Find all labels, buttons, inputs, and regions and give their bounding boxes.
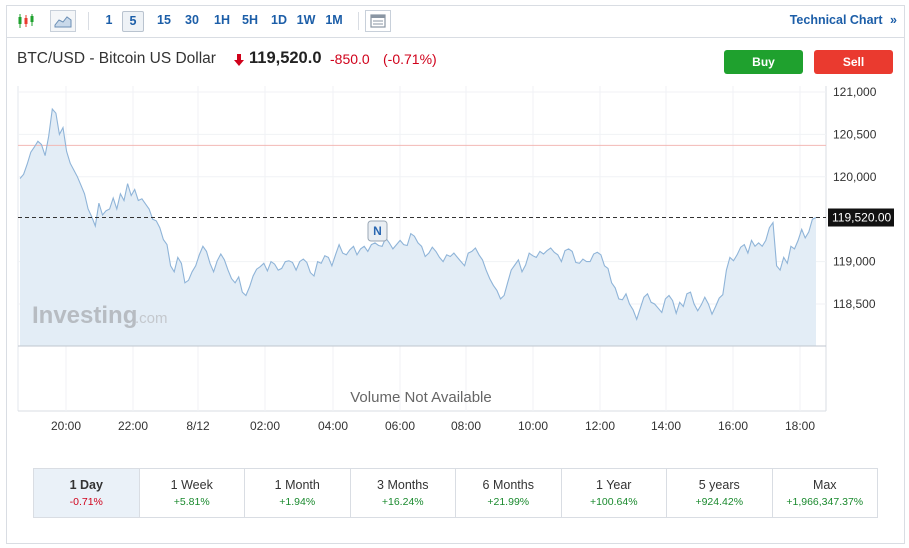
period-1-month[interactable]: 1 Month +1.94%: [245, 469, 351, 517]
period-change: +1,966,347.37%: [786, 496, 864, 508]
period-label: 1 Day: [69, 478, 103, 492]
x-tick-label: 8/12: [186, 419, 210, 433]
investing-watermark: Investing: [32, 302, 137, 329]
period-1-week[interactable]: 1 Week +5.81%: [140, 469, 245, 517]
performance-periods: 1 Day -0.71% 1 Week +5.81% 1 Month +1.94% 3 Mo…: [33, 468, 878, 518]
y-tick-label: 120,500: [833, 127, 877, 141]
period-change: +5.81%: [173, 496, 210, 508]
period-label: 1 Week: [170, 478, 213, 492]
period-change: +924.42%: [695, 496, 744, 508]
period-1-day[interactable]: 1 Day -0.71%: [34, 469, 140, 517]
x-tick-label: 08:00: [451, 419, 481, 433]
x-tick-label: 22:00: [118, 419, 148, 433]
period-label: 6 Months: [482, 478, 534, 492]
news-marker-label: N: [373, 224, 382, 238]
period-label: 1 Month: [274, 478, 320, 492]
period-label: 1 Year: [596, 478, 632, 492]
period-change: +16.24%: [381, 496, 424, 508]
volume-unavailable-text: Volume Not Available: [350, 389, 491, 406]
period-label: Max: [812, 478, 837, 492]
period-change: +100.64%: [589, 496, 638, 508]
x-tick-label: 16:00: [718, 419, 748, 433]
x-tick-label: 12:00: [585, 419, 615, 433]
period-change: +1.94%: [279, 496, 316, 508]
period-label: 3 Months: [377, 478, 429, 492]
x-tick-label: 14:00: [651, 419, 681, 433]
investing-watermark-suffix: .com: [135, 310, 168, 327]
x-tick-label: 10:00: [518, 419, 548, 433]
y-tick-label: 120,000: [833, 170, 877, 184]
period-label: 5 years: [698, 478, 740, 492]
x-tick-label: 02:00: [250, 419, 280, 433]
y-tick-label: 118,500: [833, 297, 876, 311]
period-5-years[interactable]: 5 years +924.42%: [667, 469, 773, 517]
period-max[interactable]: Max +1,966,347.37%: [773, 469, 878, 517]
y-tick-label: 119,000: [833, 255, 876, 269]
period-3-months[interactable]: 3 Months +16.24%: [351, 469, 456, 517]
y-tick-label: 121,000: [833, 85, 877, 99]
period-change: +21.99%: [487, 496, 530, 508]
x-tick-label: 18:00: [785, 419, 815, 433]
x-tick-label: 06:00: [385, 419, 415, 433]
x-tick-label: 20:00: [51, 419, 81, 433]
period-change: -0.71%: [69, 496, 103, 508]
current-price-tag-label: 119,520.00: [832, 211, 891, 225]
period-6-months[interactable]: 6 Months +21.99%: [456, 469, 562, 517]
x-tick-label: 04:00: [318, 419, 348, 433]
period-1-year[interactable]: 1 Year +100.64%: [562, 469, 667, 517]
price-chart[interactable]: 121,000 120,500 120,000 119,000 118,500 119,5…: [0, 0, 909, 460]
